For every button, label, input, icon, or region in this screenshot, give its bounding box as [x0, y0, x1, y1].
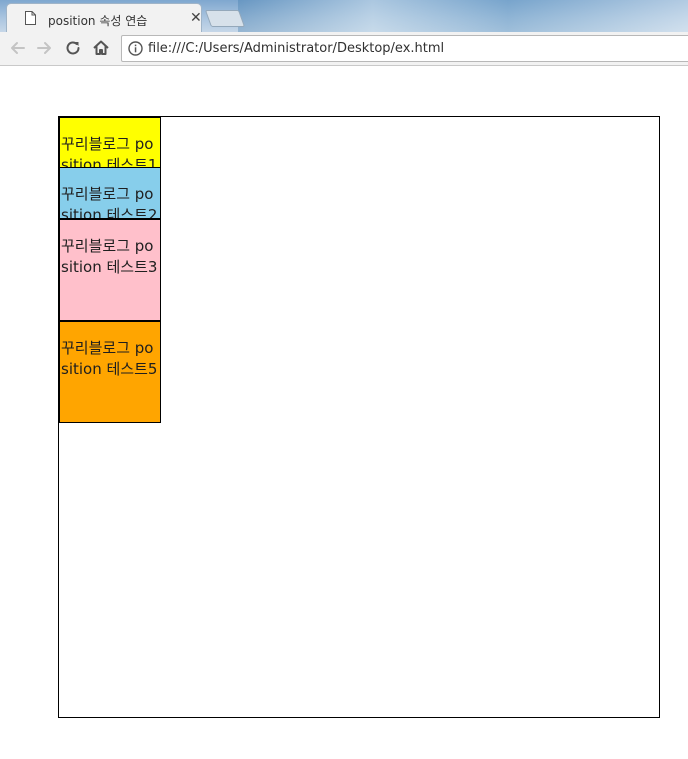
- box-orange: 꾸리블로그 position 테스트5: [59, 321, 161, 423]
- tab-close-button[interactable]: ✕: [190, 10, 202, 26]
- box-label: 꾸리블로그 position 테스트2: [61, 185, 158, 219]
- page-icon: [25, 11, 36, 25]
- box-yellow: 꾸리블로그 position 테스트1: [59, 117, 161, 169]
- url-text: file:///C:/Users/Administrator/Desktop/e…: [148, 41, 445, 56]
- reload-icon[interactable]: [63, 38, 83, 58]
- arrow-left-icon[interactable]: [8, 38, 28, 58]
- tab-strip: position 속성 연습 ✕: [0, 0, 688, 32]
- window-titlebar-background: [238, 0, 688, 32]
- home-icon[interactable]: [91, 38, 111, 58]
- info-icon[interactable]: [128, 41, 143, 56]
- address-bar[interactable]: file:///C:/Users/Administrator/Desktop/e…: [121, 35, 688, 62]
- arrow-right-icon[interactable]: [34, 38, 54, 58]
- box-label: 꾸리블로그 position 테스트1: [61, 135, 158, 169]
- box-skyblue: 꾸리블로그 position 테스트2: [59, 167, 161, 219]
- box-pink: 꾸리블로그 position 테스트3: [59, 219, 161, 321]
- page-viewport: 꾸리블로그 position 테스트1 꾸리블로그 position 테스트2 …: [0, 66, 688, 759]
- tab-title: position 속성 연습: [48, 14, 148, 28]
- box-label: 꾸리블로그 position 테스트5: [61, 339, 158, 378]
- tab-active[interactable]: position 속성 연습 ✕: [6, 3, 202, 32]
- box-label: 꾸리블로그 position 테스트3: [61, 237, 158, 276]
- new-tab-button[interactable]: [204, 10, 246, 27]
- browser-toolbar: file:///C:/Users/Administrator/Desktop/e…: [0, 32, 688, 66]
- outer-container: 꾸리블로그 position 테스트1 꾸리블로그 position 테스트2 …: [58, 116, 660, 718]
